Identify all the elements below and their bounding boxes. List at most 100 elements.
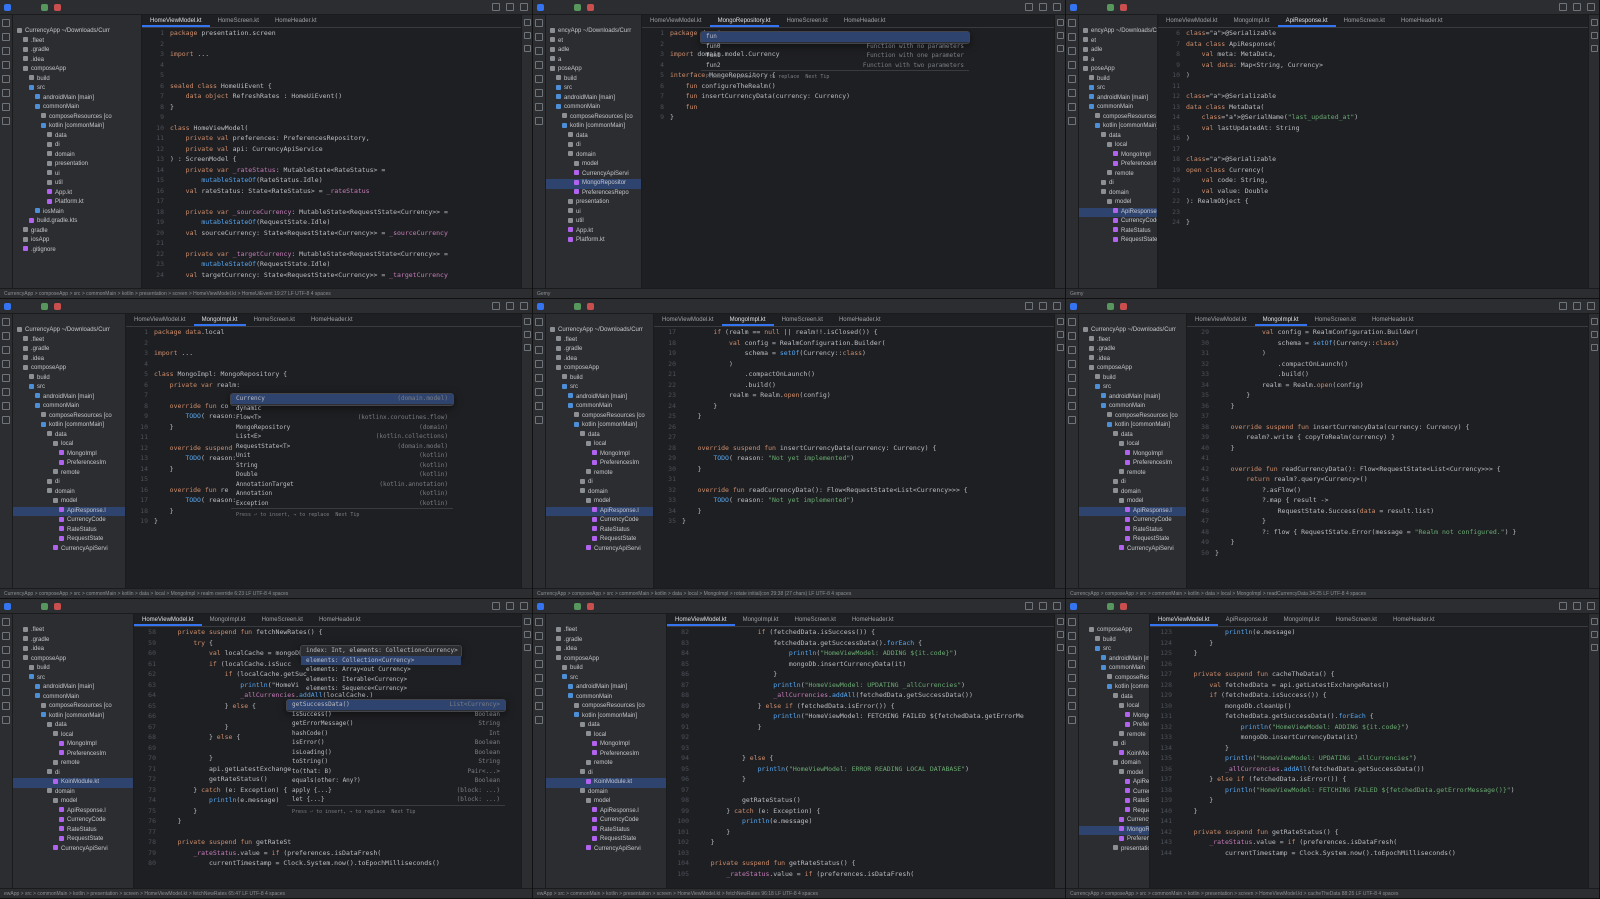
tree-node[interactable]: .idea: [546, 645, 666, 655]
commit-icon[interactable]: [535, 632, 543, 640]
tree-node[interactable]: kotlin [commonMain]: [546, 122, 641, 132]
tree-node[interactable]: PreferencesIm: [1079, 721, 1149, 731]
tree-node[interactable]: model: [1079, 497, 1186, 507]
tree-node[interactable]: remote: [1079, 170, 1157, 180]
tree-node[interactable]: CurrencyApiServi: [546, 845, 666, 855]
project-tree-header[interactable]: [1079, 614, 1149, 626]
tree-node[interactable]: util: [13, 179, 141, 189]
stop-icon[interactable]: [587, 602, 594, 610]
build-icon[interactable]: [1068, 75, 1076, 83]
commit-icon[interactable]: [535, 33, 543, 41]
tree-node[interactable]: RequestState: [1079, 236, 1157, 246]
tree-node[interactable]: RateStatus: [1079, 797, 1149, 807]
notifications-tool-icon[interactable]: [523, 618, 531, 625]
tree-node[interactable]: domain: [13, 788, 133, 798]
tree-node[interactable]: data: [1079, 431, 1186, 441]
structure-icon[interactable]: [535, 646, 543, 654]
structure-icon[interactable]: [535, 346, 543, 354]
terminal-icon[interactable]: [2, 702, 10, 710]
tree-node[interactable]: composeApp: [13, 655, 133, 665]
editor-tab[interactable]: HomeHeader.kt: [844, 614, 902, 626]
tree-node[interactable]: RateStatus: [1079, 526, 1186, 536]
tree-node[interactable]: androidMain [main]: [546, 94, 641, 104]
completion-item[interactable]: apply {...} (block: ...): [287, 786, 505, 796]
tree-node[interactable]: commonMain: [13, 103, 141, 113]
editor-tab[interactable]: HomeScreen.kt: [787, 614, 844, 626]
tree-node[interactable]: src: [13, 674, 133, 684]
tree-node[interactable]: .fleet: [546, 626, 666, 636]
run-icon[interactable]: [1107, 302, 1114, 310]
code-area[interactable]: 6 7 8 9 10 11 12 13 14 15 16 17 18 19 20 21 22 23 24 class=…: [1158, 28, 1588, 288]
tree-node[interactable]: composeResources [co: [1079, 113, 1157, 123]
tree-node[interactable]: androidMain [main]: [13, 683, 133, 693]
editor-tab[interactable]: HomeScreen.kt: [1307, 314, 1364, 326]
tree-node[interactable]: data: [546, 431, 653, 441]
tree-node[interactable]: src: [546, 84, 641, 94]
tree-node[interactable]: CurrencyCode: [1079, 217, 1157, 227]
settings-icon[interactable]: [1039, 3, 1047, 11]
completion-item[interactable]: fun0 Function with no parameters: [701, 42, 969, 52]
editor-tab[interactable]: HomeScreen.kt: [774, 314, 831, 326]
build-icon[interactable]: [2, 674, 10, 682]
tree-node[interactable]: composeApp: [13, 65, 141, 75]
run-icon[interactable]: [41, 302, 48, 310]
tree-node[interactable]: build: [546, 75, 641, 85]
completion-item[interactable]: getSuccessData() List<Currency>: [287, 700, 505, 710]
completion-item[interactable]: Currency (domain.model): [231, 394, 453, 404]
tree-node[interactable]: src: [546, 383, 653, 393]
tree-node[interactable]: remote: [13, 469, 125, 479]
run-tool-icon[interactable]: [2, 688, 10, 696]
tree-node[interactable]: kotlin [commonMain]: [1079, 421, 1186, 431]
project-tree-header[interactable]: [13, 314, 125, 326]
tree-node[interactable]: build: [13, 374, 125, 384]
editor-tab[interactable]: HomeViewModel.kt: [1158, 15, 1226, 27]
more-icon[interactable]: [1068, 360, 1076, 368]
editor-tab[interactable]: HomeHeader.kt: [1385, 614, 1443, 626]
tree-node[interactable]: remote: [13, 759, 133, 769]
editor-tab[interactable]: HomeScreen.kt: [246, 314, 303, 326]
tree-node[interactable]: androidMain [main]: [1079, 94, 1157, 104]
run-icon[interactable]: [41, 602, 48, 610]
commit-icon[interactable]: [2, 632, 10, 640]
completion-item[interactable]: fun2 Function with two parameters: [701, 61, 969, 71]
tree-node[interactable]: composeApp: [546, 364, 653, 374]
structure-icon[interactable]: [2, 47, 10, 55]
project-tree-header[interactable]: [1079, 314, 1186, 326]
search-icon[interactable]: [492, 302, 500, 310]
terminal-icon[interactable]: [535, 702, 543, 710]
more-icon[interactable]: [535, 61, 543, 69]
search-icon[interactable]: [492, 3, 500, 11]
gradle-icon[interactable]: [523, 331, 531, 338]
device-manager-icon[interactable]: [1056, 45, 1064, 52]
settings-icon[interactable]: [1039, 302, 1047, 310]
notifications-icon[interactable]: [1587, 3, 1595, 11]
editor-tab[interactable]: HomeScreen.kt: [1336, 15, 1393, 27]
gradle-icon[interactable]: [1590, 631, 1598, 638]
tree-node[interactable]: MongoImpl: [1079, 450, 1186, 460]
editor-tab[interactable]: HomeScreen.kt: [254, 614, 311, 626]
tree-node[interactable]: composeResources [co: [13, 412, 125, 422]
tree-node[interactable]: CurrencyCode: [546, 516, 653, 526]
tree-node[interactable]: di: [1079, 478, 1186, 488]
build-icon[interactable]: [2, 75, 10, 83]
tree-node[interactable]: build: [13, 664, 133, 674]
completion-item[interactable]: List<E> (kotlin.collections): [231, 432, 453, 442]
tree-node[interactable]: MongoImpl: [13, 740, 133, 750]
tree-node[interactable]: RateStatus: [546, 826, 666, 836]
editor-tab[interactable]: HomeScreen.kt: [210, 15, 267, 27]
tree-node[interactable]: composeApp: [1079, 626, 1149, 636]
tree-node[interactable]: data: [13, 721, 133, 731]
more-icon[interactable]: [2, 61, 10, 69]
tree-node[interactable]: di: [13, 141, 141, 151]
tree-node[interactable]: local: [546, 440, 653, 450]
notifications-tool-icon[interactable]: [523, 19, 531, 26]
editor-tab[interactable]: HomeScreen.kt: [1328, 614, 1385, 626]
code-area[interactable]: 29 30 31 32 33 34 35 36 37 38 39 40 41 42 43 44 45 46 47 48…: [1187, 327, 1588, 588]
editor-tab[interactable]: HomeHeader.kt: [1393, 15, 1451, 27]
tree-node[interactable]: PreferencesIm: [1079, 459, 1186, 469]
completion-item[interactable]: isSuccess() Boolean: [287, 710, 505, 720]
tree-node[interactable]: .gradle: [13, 345, 125, 355]
tree-node[interactable]: CurrencyCode: [13, 516, 125, 526]
project-icon[interactable]: [535, 318, 543, 326]
project-badge-icon[interactable]: [4, 602, 11, 610]
